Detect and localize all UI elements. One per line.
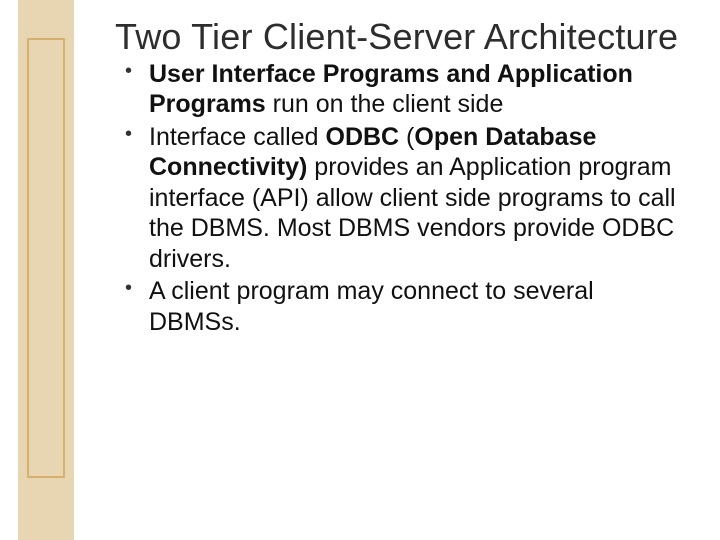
bullet-text: A client program may connect to several …	[149, 277, 594, 336]
slide-title: Two Tier Client-Server Architecture	[115, 18, 690, 57]
bullet-text: (	[399, 123, 414, 151]
band-frame	[27, 38, 65, 478]
bullet-list: User Interface Programs and Application …	[125, 59, 690, 338]
decorative-side-band	[0, 0, 88, 540]
bullet-text: run on the client side	[266, 90, 504, 118]
band-fill	[18, 0, 74, 540]
list-item: User Interface Programs and Application …	[125, 59, 690, 120]
bullet-text: Interface called	[149, 123, 326, 151]
list-item: A client program may connect to several …	[125, 276, 690, 337]
bullet-text-bold: ODBC	[326, 123, 400, 151]
list-item: Interface called ODBC (Open Database Con…	[125, 122, 690, 275]
slide-content: Two Tier Client-Server Architecture User…	[115, 18, 690, 339]
